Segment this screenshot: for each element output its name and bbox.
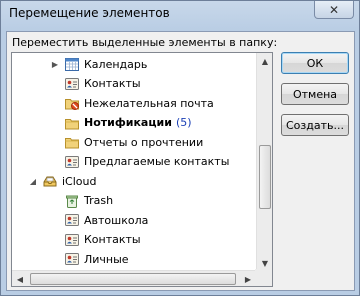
folder-tree[interactable]: ▶ Календарь Контакты Нежелательная почта Нот…	[11, 52, 273, 287]
tree-item[interactable]: Trash	[64, 191, 113, 211]
tree-item-label: Контакты	[84, 233, 141, 246]
collapsed-arrow-icon[interactable]: ▶	[51, 60, 59, 69]
vertical-scrollbar[interactable]: ▲ ▼	[256, 53, 272, 271]
folder-icon	[64, 115, 80, 131]
tree-item[interactable]: Контакты	[64, 230, 141, 250]
calendar-icon	[64, 56, 80, 72]
move-items-dialog: Перемещение элементов ✕ Переместить выде…	[0, 0, 360, 296]
close-button[interactable]: ✕	[314, 1, 354, 19]
tree-item-label: Контакты	[84, 77, 141, 90]
tree-item-label: Нежелательная почта	[84, 96, 214, 110]
junk-mail-icon	[64, 95, 80, 111]
scroll-right-icon[interactable]: ▶	[240, 271, 256, 286]
folder-icon	[64, 134, 80, 150]
create-button[interactable]: Создать...	[281, 114, 349, 136]
tree-item-label: Отчеты о прочтении	[84, 135, 204, 149]
tree-item[interactable]: Контакты	[64, 74, 141, 94]
unread-count: (5)	[175, 116, 192, 129]
contacts-icon	[64, 232, 80, 248]
tree-item[interactable]: Автошкола	[64, 210, 148, 230]
tree-item[interactable]: Календарь	[64, 54, 147, 74]
expanded-arrow-icon[interactable]: ◢	[29, 177, 37, 186]
contacts-icon	[64, 251, 80, 267]
tree-item-label: iCloud	[62, 174, 97, 188]
cancel-button[interactable]: Отмена	[281, 83, 349, 105]
title-bar[interactable]: Перемещение элементов ✕	[1, 1, 359, 31]
tree-item-label: Личные	[84, 252, 129, 266]
vertical-scroll-thumb[interactable]	[259, 145, 271, 209]
tree-item-label: Нотификации	[84, 116, 172, 129]
dialog-body: Переместить выделенные элементы в папку:…	[6, 31, 355, 291]
contacts-icon	[64, 76, 80, 92]
contacts-icon	[64, 212, 80, 228]
tree-item[interactable]: Нежелательная почта	[64, 93, 214, 113]
tree-item-label: Автошкола	[84, 213, 149, 227]
ok-button[interactable]: ОК	[281, 52, 349, 74]
prompt-label: Переместить выделенные элементы в папку:	[12, 36, 278, 49]
tree-item[interactable]: Личные	[64, 249, 129, 269]
scroll-left-icon[interactable]: ◀	[12, 271, 28, 286]
contacts-icon	[64, 154, 80, 170]
trash-icon	[64, 193, 80, 209]
close-icon: ✕	[328, 2, 340, 17]
tree-item-label: Предлагаемые контакты	[84, 155, 230, 168]
tree-item[interactable]: iCloud	[42, 171, 96, 191]
horizontal-scrollbar[interactable]: ◀ ▶	[12, 270, 256, 286]
tree-item-label: Календарь	[84, 57, 148, 71]
tree-item[interactable]: Предлагаемые контакты	[64, 152, 229, 172]
tree-item[interactable]: Отчеты о прочтении	[64, 132, 203, 152]
window-title: Перемещение элементов	[9, 6, 170, 20]
mailbox-icon	[42, 173, 58, 189]
scrollbar-corner	[255, 269, 272, 286]
horizontal-scroll-thumb[interactable]	[30, 273, 236, 285]
tree-item-label: Trash	[84, 194, 114, 207]
tree-item[interactable]: Нотификации (5)	[64, 113, 192, 133]
scroll-up-icon[interactable]: ▲	[257, 53, 272, 69]
